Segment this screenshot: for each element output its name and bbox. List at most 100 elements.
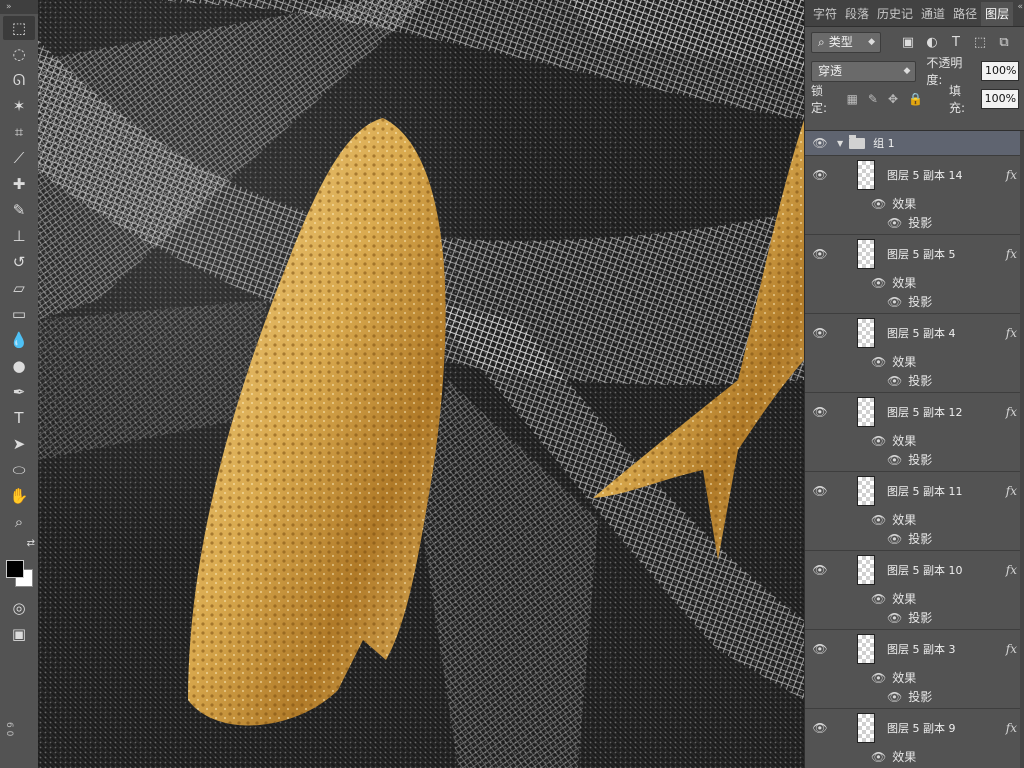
layer-header[interactable]: 👁 图层 5 副本 12 fx: [805, 393, 1024, 431]
type-tool-icon[interactable]: T: [3, 406, 35, 430]
layer-header[interactable]: 👁 图层 5 副本 11 fx: [805, 472, 1024, 510]
fx-icon[interactable]: fx: [1006, 484, 1017, 498]
effects-row[interactable]: 👁 效果: [805, 668, 1024, 687]
layer-header[interactable]: 👁 图层 5 副本 14 fx: [805, 156, 1024, 194]
eraser-tool-icon[interactable]: ▱: [3, 276, 35, 300]
group-name[interactable]: 组 1: [873, 135, 895, 151]
layer-row[interactable]: 👁 图层 5 副本 5 fx 👁 效果 👁 投影: [805, 235, 1024, 314]
lock-image-icon[interactable]: ✎: [868, 92, 878, 106]
swap-colors-icon[interactable]: ⇄: [3, 536, 35, 550]
blend-mode-select[interactable]: 穿透 ◆: [811, 60, 917, 82]
visibility-eye-icon[interactable]: 👁: [805, 136, 835, 150]
effects-row[interactable]: 👁 效果: [805, 352, 1024, 371]
effect-visibility-eye-icon[interactable]: 👁: [871, 671, 886, 685]
effects-row[interactable]: 👁 效果: [805, 747, 1024, 766]
effect-visibility-eye-icon[interactable]: 👁: [887, 295, 902, 309]
drop-shadow-row[interactable]: 👁 投影: [805, 371, 1024, 390]
layer-name[interactable]: 图层 5 副本 12: [887, 404, 1006, 420]
pixel-filter-icon[interactable]: ▣: [901, 35, 915, 50]
clone-stamp-tool-icon[interactable]: ⊥: [3, 224, 35, 248]
layer-header[interactable]: 👁 图层 5 副本 3 fx: [805, 630, 1024, 668]
ellipse-tool-icon[interactable]: ⬭: [3, 458, 35, 482]
layer-row[interactable]: 👁 图层 5 副本 4 fx 👁 效果 👁 投影: [805, 314, 1024, 393]
tab-channels[interactable]: 通道: [917, 2, 949, 26]
effect-visibility-eye-icon[interactable]: 👁: [871, 513, 886, 527]
pen-tool-icon[interactable]: ✒: [3, 380, 35, 404]
opacity-input[interactable]: 100%: [980, 61, 1019, 81]
shape-filter-icon[interactable]: ⬚: [973, 35, 987, 50]
effect-visibility-eye-icon[interactable]: 👁: [887, 690, 902, 704]
layer-row[interactable]: 👁 图层 5 副本 11 fx 👁 效果 👁 投影: [805, 472, 1024, 551]
magic-wand-tool-icon[interactable]: ✶: [3, 94, 35, 118]
drop-shadow-row[interactable]: 👁 投影: [805, 687, 1024, 706]
effect-visibility-eye-icon[interactable]: 👁: [871, 750, 886, 764]
effect-visibility-eye-icon[interactable]: 👁: [871, 276, 886, 290]
tab-paths[interactable]: 路径: [949, 2, 981, 26]
effect-visibility-eye-icon[interactable]: 👁: [887, 532, 902, 546]
lasso-tool-icon[interactable]: ᘏ: [3, 68, 35, 92]
effects-row[interactable]: 👁 效果: [805, 510, 1024, 529]
layer-row[interactable]: 👁图层 5 副本 9fx👁效果👁投影: [805, 709, 1024, 768]
lock-position-icon[interactable]: ✥: [888, 92, 898, 106]
layer-list-scrollbar[interactable]: [1020, 131, 1024, 768]
zoom-tool-icon[interactable]: ⌕: [3, 510, 35, 534]
filter-kind-select[interactable]: ⌕ 类型 ◆: [811, 31, 881, 53]
toolbar-grip[interactable]: »: [0, 0, 38, 14]
visibility-eye-icon[interactable]: 👁: [805, 721, 835, 735]
fx-icon[interactable]: fx: [1006, 563, 1017, 577]
layer-header[interactable]: 👁 图层 5 副本 10 fx: [805, 551, 1024, 589]
foreground-color-swatch[interactable]: [6, 560, 24, 578]
effect-visibility-eye-icon[interactable]: 👁: [887, 216, 902, 230]
effect-visibility-eye-icon[interactable]: 👁: [871, 592, 886, 606]
layer-name[interactable]: 图层 5 副本 3: [887, 641, 1006, 657]
effect-visibility-eye-icon[interactable]: 👁: [871, 434, 886, 448]
collapse-panel-icon[interactable]: «: [1017, 2, 1023, 12]
layer-name[interactable]: 图层 5 副本 14: [887, 167, 1006, 183]
path-selection-tool-icon[interactable]: ➤: [3, 432, 35, 456]
drop-shadow-row[interactable]: 👁 投影: [805, 213, 1024, 232]
layer-row[interactable]: 👁 图层 5 副本 14 fx 👁 效果 👁 投影: [805, 156, 1024, 235]
visibility-eye-icon[interactable]: 👁: [805, 642, 835, 656]
layer-name[interactable]: 图层 5 副本 11: [887, 483, 1006, 499]
effect-visibility-eye-icon[interactable]: 👁: [887, 611, 902, 625]
tab-character[interactable]: 字符: [809, 2, 841, 26]
tab-history[interactable]: 历史记: [873, 2, 917, 26]
brush-tool-icon[interactable]: ✎: [3, 198, 35, 222]
layer-header[interactable]: 👁 图层 5 副本 4 fx: [805, 314, 1024, 352]
visibility-eye-icon[interactable]: 👁: [805, 405, 835, 419]
visibility-eye-icon[interactable]: 👁: [805, 247, 835, 261]
fx-icon[interactable]: fx: [1006, 168, 1017, 182]
eyedropper-tool-icon[interactable]: ⟋: [3, 146, 35, 170]
effects-row[interactable]: 👁 效果: [805, 273, 1024, 292]
history-brush-tool-icon[interactable]: ↺: [3, 250, 35, 274]
drop-shadow-row[interactable]: 👁 投影: [805, 292, 1024, 311]
visibility-eye-icon[interactable]: 👁: [805, 484, 835, 498]
fx-icon[interactable]: fx: [1006, 326, 1017, 340]
effect-visibility-eye-icon[interactable]: 👁: [871, 197, 886, 211]
effects-row[interactable]: 👁 效果: [805, 194, 1024, 213]
drop-shadow-row[interactable]: 👁 投影: [805, 608, 1024, 627]
effects-row[interactable]: 👁 效果: [805, 589, 1024, 608]
quick-mask-icon[interactable]: ◎: [3, 596, 35, 620]
layer-name[interactable]: 图层 5 副本 10: [887, 562, 1006, 578]
layer-row[interactable]: 👁 图层 5 副本 3 fx 👁 效果 👁 投影: [805, 630, 1024, 709]
gradient-tool-icon[interactable]: ▭: [3, 302, 35, 326]
lock-transparent-icon[interactable]: ▦: [847, 92, 858, 106]
drop-shadow-row[interactable]: 👁 投影: [805, 450, 1024, 469]
screen-mode-icon[interactable]: ▣: [3, 622, 35, 646]
layer-header[interactable]: 👁 图层 5 副本 9 fx: [805, 709, 1024, 747]
fx-icon[interactable]: fx: [1006, 721, 1017, 735]
layer-row[interactable]: 👁 图层 5 副本 10 fx 👁 效果 👁 投影: [805, 551, 1024, 630]
drop-shadow-row[interactable]: 👁 投影: [805, 529, 1024, 548]
lock-all-icon[interactable]: 🔒: [908, 92, 923, 106]
hand-tool-icon[interactable]: ✋: [3, 484, 35, 508]
fx-icon[interactable]: fx: [1006, 405, 1017, 419]
smart-object-filter-icon[interactable]: ⧉: [997, 35, 1011, 50]
visibility-eye-icon[interactable]: 👁: [805, 326, 835, 340]
move-tool-icon[interactable]: ⬚: [3, 16, 35, 40]
visibility-eye-icon[interactable]: 👁: [805, 563, 835, 577]
effect-visibility-eye-icon[interactable]: 👁: [887, 453, 902, 467]
layer-list[interactable]: 👁 ▼ 组 1 👁 图层 5 副本 14 fx 👁 效果 👁 投影 👁 图层 5 副本 5 fx 👁…: [805, 130, 1024, 768]
adjustment-filter-icon[interactable]: ◐: [925, 35, 939, 50]
effect-visibility-eye-icon[interactable]: 👁: [871, 355, 886, 369]
